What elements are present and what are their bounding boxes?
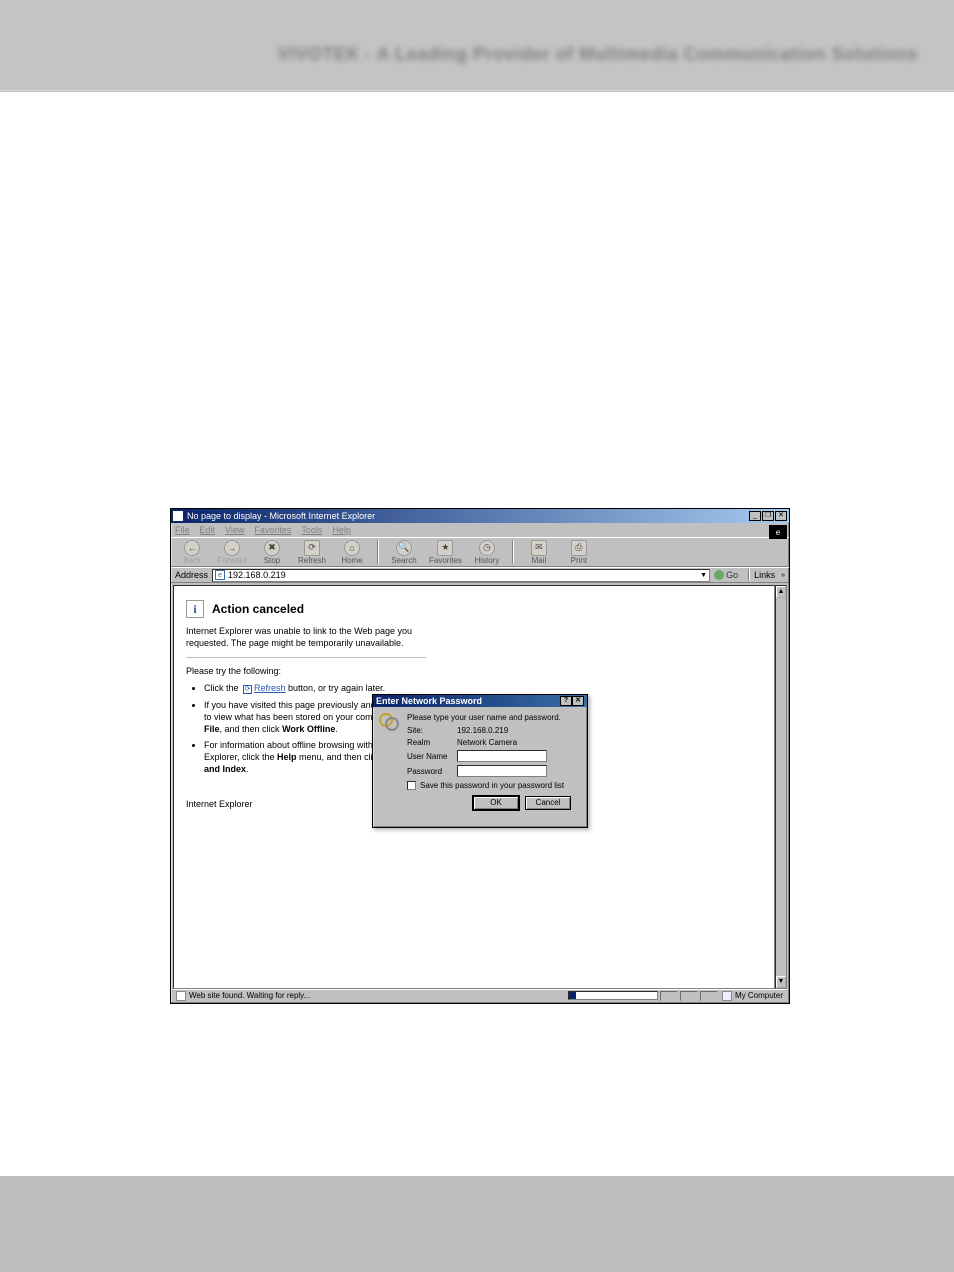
ie-title-text: No page to display - Microsoft Internet …: [187, 511, 375, 521]
username-input[interactable]: [457, 750, 547, 762]
forward-button[interactable]: →Forward: [217, 540, 247, 565]
address-bar: Address e 192.168.0.219 ▼ Go Links»: [171, 567, 789, 583]
menu-file[interactable]: File: [175, 525, 190, 535]
ie-toolbar: ←Back →Forward ✖Stop ⟳Refresh ⌂Home 🔍Sea…: [171, 537, 789, 567]
menu-view[interactable]: View: [225, 525, 244, 535]
zone-icon: [722, 991, 732, 1001]
ie-menubar: File Edit View Favorites Tools Help: [171, 523, 789, 537]
menu-help[interactable]: Help: [332, 525, 351, 535]
ie-titlebar: No page to display - Microsoft Internet …: [171, 509, 789, 523]
username-label: User Name: [407, 752, 451, 761]
scroll-down-icon[interactable]: ▼: [776, 976, 786, 988]
maximize-button[interactable]: ❐: [762, 511, 774, 521]
header-divider: [0, 90, 954, 91]
try-label: Please try the following:: [186, 666, 762, 676]
menu-favorites[interactable]: Favorites: [254, 525, 291, 535]
go-icon: [714, 570, 724, 580]
realm-value: Network Camera: [457, 738, 517, 747]
info-icon: i: [186, 600, 204, 618]
refresh-button[interactable]: ⟳Refresh: [297, 540, 327, 565]
content-title: Action canceled: [212, 602, 304, 616]
password-dialog: Enter Network Password ? ✕ Please type y…: [372, 694, 588, 828]
search-button[interactable]: 🔍Search: [389, 540, 419, 565]
addr-divider: [748, 569, 750, 581]
links-label[interactable]: Links: [754, 570, 775, 580]
mail-button[interactable]: ✉Mail: [524, 540, 554, 565]
favorites-button[interactable]: ★Favorites: [429, 540, 462, 565]
stop-button[interactable]: ✖Stop: [257, 540, 287, 565]
address-label: Address: [175, 570, 208, 580]
toolbar-divider: [377, 540, 379, 564]
doc-header: VIVOTEK - A Leading Provider of Multimed…: [0, 36, 954, 72]
minimize-button[interactable]: _: [749, 511, 761, 521]
status-progress: [568, 991, 658, 1000]
address-value: 192.168.0.219: [228, 570, 286, 580]
menu-edit[interactable]: Edit: [200, 525, 216, 535]
go-button[interactable]: Go: [714, 570, 744, 580]
site-label: Site:: [407, 726, 451, 735]
ie-app-icon: [173, 511, 183, 521]
back-button[interactable]: ←Back: [177, 540, 207, 565]
dialog-instruction: Please type your user name and password.: [407, 713, 579, 722]
security-zone: My Computer: [722, 991, 787, 1001]
refresh-inline-icon: ⟳: [243, 685, 252, 694]
ok-button[interactable]: OK: [473, 796, 519, 810]
status-bar: Web site found. Waiting for reply... My …: [173, 989, 787, 1001]
keys-icon: [379, 713, 397, 731]
dialog-titlebar: Enter Network Password ? ✕: [373, 695, 587, 707]
status-cell: [660, 991, 678, 1001]
site-value: 192.168.0.219: [457, 726, 508, 735]
address-input[interactable]: e 192.168.0.219 ▼: [212, 569, 710, 582]
password-label: Password: [407, 767, 451, 776]
doc-footer: [0, 1176, 954, 1272]
menu-tools[interactable]: Tools: [301, 525, 322, 535]
refresh-link[interactable]: Refresh: [254, 683, 286, 693]
save-password-label: Save this password in your password list: [420, 781, 564, 790]
toolbar-divider: [512, 540, 514, 564]
password-input[interactable]: [457, 765, 547, 777]
scroll-up-icon[interactable]: ▲: [776, 586, 786, 598]
ie-page-icon: e: [215, 570, 225, 580]
cancel-button[interactable]: Cancel: [525, 796, 571, 810]
zone-label: My Computer: [735, 991, 783, 1000]
vertical-scrollbar[interactable]: ▲ ▼: [775, 585, 787, 989]
close-button[interactable]: ✕: [775, 511, 787, 521]
header-blur-text: VIVOTEK - A Leading Provider of Multimed…: [277, 44, 918, 65]
home-button[interactable]: ⌂Home: [337, 540, 367, 565]
status-cell: [700, 991, 718, 1001]
history-button[interactable]: ◷History: [472, 540, 502, 565]
address-dropdown-icon[interactable]: ▼: [700, 572, 707, 579]
status-text: Web site found. Waiting for reply...: [189, 991, 310, 1000]
dialog-title: Enter Network Password: [376, 696, 482, 706]
status-cell: [680, 991, 698, 1001]
suggestion-1: Click the ⟳Refresh button, or try again …: [204, 682, 424, 694]
status-page-icon: [176, 991, 186, 1001]
dialog-help-button[interactable]: ?: [560, 696, 572, 706]
print-button[interactable]: ⎙Print: [564, 540, 594, 565]
content-hr: [186, 657, 426, 658]
save-password-checkbox[interactable]: [407, 781, 416, 790]
content-desc: Internet Explorer was unable to link to …: [186, 626, 446, 649]
realm-label: Realm: [407, 738, 451, 747]
ie-throbber-icon: e: [769, 525, 787, 539]
dialog-close-button[interactable]: ✕: [572, 696, 584, 706]
